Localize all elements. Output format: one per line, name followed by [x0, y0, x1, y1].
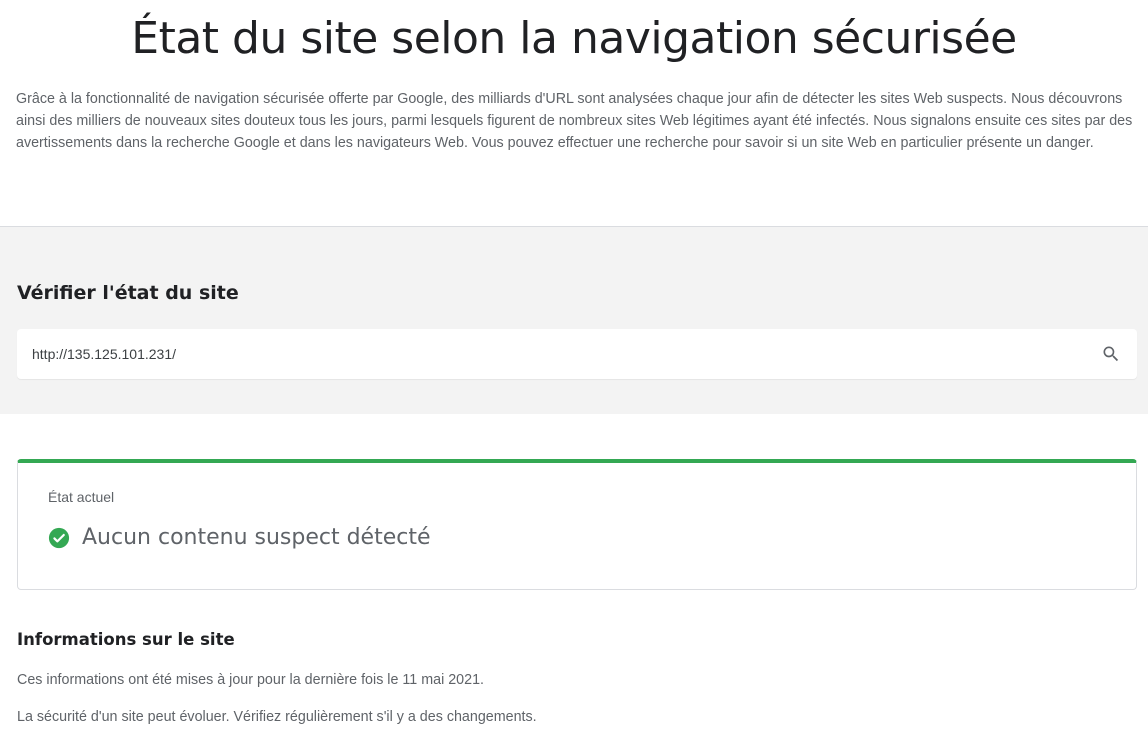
page-header: État du site selon la navigation sécuris…	[0, 0, 1148, 154]
status-card: État actuel Aucun contenu suspect détect…	[17, 459, 1137, 590]
site-info-title: Informations sur le site	[17, 630, 235, 649]
status-label: État actuel	[48, 489, 115, 505]
site-info-updated: Ces informations ont été mises à jour po…	[17, 672, 485, 688]
status-row: Aucun contenu suspect détecté	[48, 525, 431, 550]
intro-paragraph: Grâce à la fonctionnalité de navigation …	[16, 91, 1133, 151]
check-site-section: Vérifier l'état du site	[0, 227, 1148, 414]
search-icon[interactable]	[1101, 344, 1121, 364]
check-circle-icon	[48, 527, 70, 548]
check-site-title: Vérifier l'état du site	[17, 282, 239, 304]
status-result: Aucun contenu suspect détecté	[82, 525, 431, 550]
search-box	[17, 329, 1137, 379]
page-title: État du site selon la navigation sécuris…	[131, 13, 1017, 64]
url-search-input[interactable]	[32, 329, 1082, 379]
site-info-note: La sécurité d'un site peut évoluer. Véri…	[17, 709, 537, 725]
